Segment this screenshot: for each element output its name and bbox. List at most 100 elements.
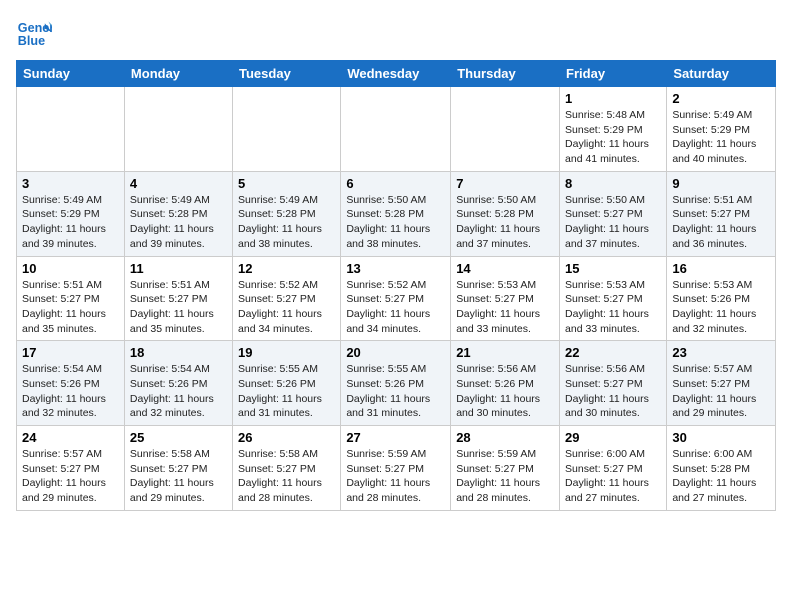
weekday-header-tuesday: Tuesday [233, 61, 341, 87]
day-number: 15 [565, 261, 661, 276]
weekday-header-monday: Monday [124, 61, 232, 87]
day-number: 10 [22, 261, 119, 276]
day-number: 28 [456, 430, 554, 445]
day-number: 4 [130, 176, 227, 191]
day-info: Sunrise: 5:59 AM Sunset: 5:27 PM Dayligh… [456, 447, 554, 506]
day-info: Sunrise: 5:59 AM Sunset: 5:27 PM Dayligh… [346, 447, 445, 506]
calendar-cell: 3 Sunrise: 5:49 AM Sunset: 5:29 PM Daylig… [17, 171, 125, 256]
day-info: Sunrise: 5:58 AM Sunset: 5:27 PM Dayligh… [238, 447, 335, 506]
day-info: Sunrise: 5:53 AM Sunset: 5:26 PM Dayligh… [672, 278, 770, 337]
day-number: 14 [456, 261, 554, 276]
day-info: Sunrise: 5:55 AM Sunset: 5:26 PM Dayligh… [238, 362, 335, 421]
day-info: Sunrise: 5:56 AM Sunset: 5:27 PM Dayligh… [565, 362, 661, 421]
day-info: Sunrise: 5:53 AM Sunset: 5:27 PM Dayligh… [456, 278, 554, 337]
day-number: 12 [238, 261, 335, 276]
day-number: 16 [672, 261, 770, 276]
day-number: 27 [346, 430, 445, 445]
calendar-cell: 28 Sunrise: 5:59 AM Sunset: 5:27 PM Dayli… [451, 426, 560, 511]
calendar-cell: 5 Sunrise: 5:49 AM Sunset: 5:28 PM Daylig… [233, 171, 341, 256]
day-info: Sunrise: 5:51 AM Sunset: 5:27 PM Dayligh… [22, 278, 119, 337]
day-number: 3 [22, 176, 119, 191]
svg-text:Blue: Blue [18, 34, 45, 48]
day-info: Sunrise: 5:53 AM Sunset: 5:27 PM Dayligh… [565, 278, 661, 337]
calendar-cell: 30Sunrise: 6:00 AM Sunset: 5:28 PM Dayli… [667, 426, 776, 511]
day-info: Sunrise: 5:50 AM Sunset: 5:28 PM Dayligh… [456, 193, 554, 252]
day-number: 6 [346, 176, 445, 191]
calendar-cell: 22 Sunrise: 5:56 AM Sunset: 5:27 PM Dayli… [560, 341, 667, 426]
calendar-cell [124, 87, 232, 172]
calendar-cell: 1 Sunrise: 5:48 AM Sunset: 5:29 PM Daylig… [560, 87, 667, 172]
calendar-cell: 16 Sunrise: 5:53 AM Sunset: 5:26 PM Dayli… [667, 256, 776, 341]
weekday-header-saturday: Saturday [667, 61, 776, 87]
calendar-week-2: 3 Sunrise: 5:49 AM Sunset: 5:29 PM Daylig… [17, 171, 776, 256]
day-number: 2 [672, 91, 770, 106]
day-number: 11 [130, 261, 227, 276]
day-info: Sunrise: 5:49 AM Sunset: 5:29 PM Dayligh… [22, 193, 119, 252]
day-info: Sunrise: 5:52 AM Sunset: 5:27 PM Dayligh… [346, 278, 445, 337]
logo: General Blue [16, 16, 56, 52]
calendar-week-1: 1 Sunrise: 5:48 AM Sunset: 5:29 PM Daylig… [17, 87, 776, 172]
calendar-cell: 23 Sunrise: 5:57 AM Sunset: 5:27 PM Dayli… [667, 341, 776, 426]
day-info: Sunrise: 5:56 AM Sunset: 5:26 PM Dayligh… [456, 362, 554, 421]
calendar-cell: 18 Sunrise: 5:54 AM Sunset: 5:26 PM Dayli… [124, 341, 232, 426]
day-number: 25 [130, 430, 227, 445]
calendar-cell [233, 87, 341, 172]
day-info: Sunrise: 5:55 AM Sunset: 5:26 PM Dayligh… [346, 362, 445, 421]
day-info: Sunrise: 5:49 AM Sunset: 5:29 PM Dayligh… [672, 108, 770, 167]
calendar-cell: 13Sunrise: 5:52 AM Sunset: 5:27 PM Dayli… [341, 256, 451, 341]
day-number: 1 [565, 91, 661, 106]
calendar-cell [341, 87, 451, 172]
calendar-week-3: 10 Sunrise: 5:51 AM Sunset: 5:27 PM Dayli… [17, 256, 776, 341]
logo-icon: General Blue [16, 16, 52, 52]
day-number: 21 [456, 345, 554, 360]
day-info: Sunrise: 5:54 AM Sunset: 5:26 PM Dayligh… [22, 362, 119, 421]
weekday-header-friday: Friday [560, 61, 667, 87]
day-number: 24 [22, 430, 119, 445]
calendar-cell: 9Sunrise: 5:51 AM Sunset: 5:27 PM Daylig… [667, 171, 776, 256]
weekday-header-thursday: Thursday [451, 61, 560, 87]
calendar-cell: 26Sunrise: 5:58 AM Sunset: 5:27 PM Dayli… [233, 426, 341, 511]
weekday-header-sunday: Sunday [17, 61, 125, 87]
calendar-cell: 25 Sunrise: 5:58 AM Sunset: 5:27 PM Dayli… [124, 426, 232, 511]
day-number: 18 [130, 345, 227, 360]
day-info: Sunrise: 5:58 AM Sunset: 5:27 PM Dayligh… [130, 447, 227, 506]
day-number: 23 [672, 345, 770, 360]
calendar-cell: 4 Sunrise: 5:49 AM Sunset: 5:28 PM Daylig… [124, 171, 232, 256]
calendar-week-5: 24Sunrise: 5:57 AM Sunset: 5:27 PM Dayli… [17, 426, 776, 511]
calendar-cell: 11 Sunrise: 5:51 AM Sunset: 5:27 PM Dayli… [124, 256, 232, 341]
weekday-header-row: SundayMondayTuesdayWednesdayThursdayFrid… [17, 61, 776, 87]
page-header: General Blue [16, 16, 776, 52]
calendar-cell: 17 Sunrise: 5:54 AM Sunset: 5:26 PM Dayli… [17, 341, 125, 426]
day-info: Sunrise: 5:52 AM Sunset: 5:27 PM Dayligh… [238, 278, 335, 337]
day-info: Sunrise: 5:57 AM Sunset: 5:27 PM Dayligh… [672, 362, 770, 421]
calendar-cell: 14 Sunrise: 5:53 AM Sunset: 5:27 PM Dayli… [451, 256, 560, 341]
day-number: 22 [565, 345, 661, 360]
calendar-cell [451, 87, 560, 172]
day-number: 20 [346, 345, 445, 360]
calendar-cell: 15 Sunrise: 5:53 AM Sunset: 5:27 PM Dayli… [560, 256, 667, 341]
day-number: 29 [565, 430, 661, 445]
calendar-cell: 12 Sunrise: 5:52 AM Sunset: 5:27 PM Dayli… [233, 256, 341, 341]
calendar-cell: 20 Sunrise: 5:55 AM Sunset: 5:26 PM Dayli… [341, 341, 451, 426]
day-info: Sunrise: 6:00 AM Sunset: 5:27 PM Dayligh… [565, 447, 661, 506]
day-number: 5 [238, 176, 335, 191]
day-number: 8 [565, 176, 661, 191]
calendar-table: SundayMondayTuesdayWednesdayThursdayFrid… [16, 60, 776, 511]
day-info: Sunrise: 5:48 AM Sunset: 5:29 PM Dayligh… [565, 108, 661, 167]
calendar-cell: 21 Sunrise: 5:56 AM Sunset: 5:26 PM Dayli… [451, 341, 560, 426]
calendar-cell [17, 87, 125, 172]
calendar-cell: 24Sunrise: 5:57 AM Sunset: 5:27 PM Dayli… [17, 426, 125, 511]
calendar-cell: 19Sunrise: 5:55 AM Sunset: 5:26 PM Dayli… [233, 341, 341, 426]
calendar-cell: 29 Sunrise: 6:00 AM Sunset: 5:27 PM Dayli… [560, 426, 667, 511]
day-info: Sunrise: 5:50 AM Sunset: 5:27 PM Dayligh… [565, 193, 661, 252]
calendar-cell: 2 Sunrise: 5:49 AM Sunset: 5:29 PM Daylig… [667, 87, 776, 172]
day-number: 17 [22, 345, 119, 360]
day-number: 30 [672, 430, 770, 445]
day-info: Sunrise: 5:49 AM Sunset: 5:28 PM Dayligh… [238, 193, 335, 252]
day-info: Sunrise: 5:51 AM Sunset: 5:27 PM Dayligh… [130, 278, 227, 337]
day-info: Sunrise: 5:51 AM Sunset: 5:27 PM Dayligh… [672, 193, 770, 252]
day-info: Sunrise: 5:49 AM Sunset: 5:28 PM Dayligh… [130, 193, 227, 252]
calendar-cell: 7Sunrise: 5:50 AM Sunset: 5:28 PM Daylig… [451, 171, 560, 256]
calendar-cell: 6Sunrise: 5:50 AM Sunset: 5:28 PM Daylig… [341, 171, 451, 256]
day-info: Sunrise: 5:54 AM Sunset: 5:26 PM Dayligh… [130, 362, 227, 421]
